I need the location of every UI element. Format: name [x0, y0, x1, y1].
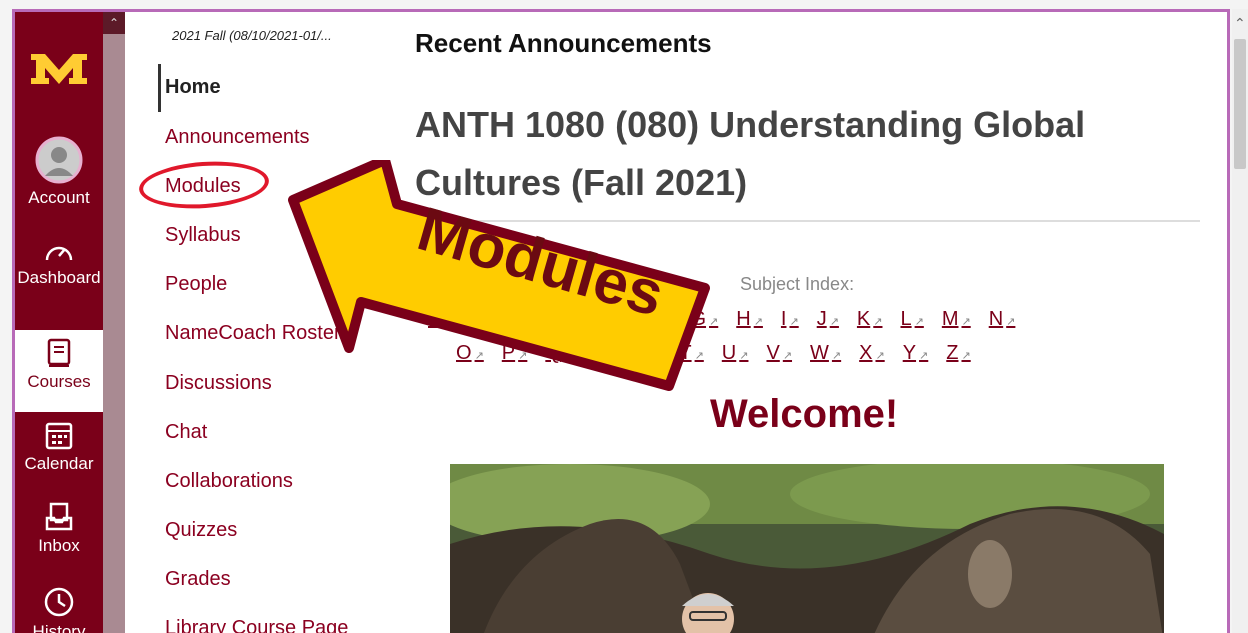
global-nav-calendar-label: Calendar: [24, 454, 94, 473]
modules-callout-arrow: Modules: [288, 160, 710, 391]
page-scrollbar[interactable]: ⌃: [1232, 9, 1248, 633]
global-nav: Account Dashboard Courses Calendar Inbox…: [15, 12, 103, 633]
course-nav-discussions[interactable]: Discussions: [165, 372, 272, 395]
subject-index-link[interactable]: Y ↗: [903, 342, 929, 365]
current-page-indicator: [158, 64, 161, 112]
external-link-icon: ↗: [961, 316, 971, 328]
inbox-icon: [45, 502, 73, 531]
scrollbar-thumb[interactable]: [1234, 39, 1246, 169]
external-link-icon: ↗: [739, 350, 749, 362]
external-link-icon: ↗: [782, 350, 793, 362]
course-nav-collaborations[interactable]: Collaborations: [165, 470, 293, 493]
external-link-icon: ↗: [961, 350, 971, 362]
subject-index-link[interactable]: N ↗: [989, 308, 1016, 331]
global-nav-courses[interactable]: Courses: [15, 330, 103, 412]
course-term: 2021 Fall (08/10/2021-01/...: [172, 28, 332, 43]
subject-index-link[interactable]: U ↗: [722, 342, 749, 365]
external-link-icon: ↗: [789, 316, 799, 328]
course-nav-grades[interactable]: Grades: [165, 568, 231, 591]
subject-index-link[interactable]: K ↗: [857, 308, 883, 331]
courses-book-icon: [47, 338, 71, 367]
welcome-photo: [450, 464, 1164, 633]
global-nav-inbox-label: Inbox: [38, 536, 80, 555]
global-nav-scrollbar[interactable]: ⌃: [103, 12, 125, 633]
university-logo[interactable]: [29, 48, 89, 88]
subject-index-link[interactable]: X ↗: [859, 342, 885, 365]
external-link-icon: ↗: [829, 316, 839, 328]
external-link-icon: ↗: [1006, 316, 1016, 328]
global-nav-account[interactable]: Account: [15, 136, 103, 207]
scroll-up-arrow-icon[interactable]: ⌃: [1234, 15, 1246, 32]
course-nav-quizzes[interactable]: Quizzes: [165, 519, 237, 542]
subject-index-link[interactable]: J ↗: [817, 308, 839, 331]
external-link-icon: ↗: [875, 350, 885, 362]
course-nav-home[interactable]: Home: [165, 76, 221, 99]
subject-index-link[interactable]: Z ↗: [946, 342, 970, 365]
global-nav-history[interactable]: History: [15, 586, 103, 633]
subject-index-link[interactable]: V ↗: [766, 342, 792, 365]
global-nav-dashboard[interactable]: Dashboard: [15, 238, 103, 287]
external-link-icon: ↗: [753, 316, 763, 328]
course-nav-chat[interactable]: Chat: [165, 421, 207, 444]
global-nav-calendar[interactable]: Calendar: [15, 420, 103, 473]
scroll-up-icon[interactable]: ⌃: [103, 12, 125, 34]
modules-highlight-circle: [137, 157, 271, 213]
welcome-heading: Welcome!: [710, 392, 899, 436]
dashboard-gauge-icon: [45, 246, 73, 261]
browser-window: Account Dashboard Courses Calendar Inbox…: [12, 9, 1230, 633]
clock-icon: [44, 587, 74, 617]
course-nav-library-course-page[interactable]: Library Course Page: [165, 617, 348, 633]
subject-index-link[interactable]: L ↗: [900, 308, 923, 331]
subject-index-link[interactable]: I ↗: [781, 308, 799, 331]
account-avatar-icon: [35, 136, 83, 184]
course-nav-announcements[interactable]: Announcements: [165, 126, 310, 149]
subject-index-label: Subject Index:: [740, 274, 855, 294]
subject-index-link[interactable]: H ↗: [736, 308, 763, 331]
external-link-icon: ↗: [873, 316, 883, 328]
subject-index-link[interactable]: M ↗: [942, 308, 971, 331]
external-link-icon: ↗: [831, 350, 842, 362]
external-link-icon: ↗: [919, 350, 929, 362]
global-nav-dashboard-label: Dashboard: [17, 268, 101, 287]
course-nav-syllabus[interactable]: Syllabus: [165, 224, 241, 247]
global-nav-inbox[interactable]: Inbox: [15, 502, 103, 555]
course-nav-people[interactable]: People: [165, 273, 227, 296]
external-link-icon: ↗: [914, 316, 924, 328]
global-nav-account-label: Account: [28, 188, 90, 207]
global-nav-history-label: History: [32, 622, 86, 633]
global-nav-courses-label: Courses: [27, 372, 91, 391]
subject-index-link[interactable]: W ↗: [810, 342, 841, 365]
calendar-icon: [45, 422, 73, 450]
recent-announcements-heading[interactable]: Recent Announcements: [415, 28, 712, 59]
